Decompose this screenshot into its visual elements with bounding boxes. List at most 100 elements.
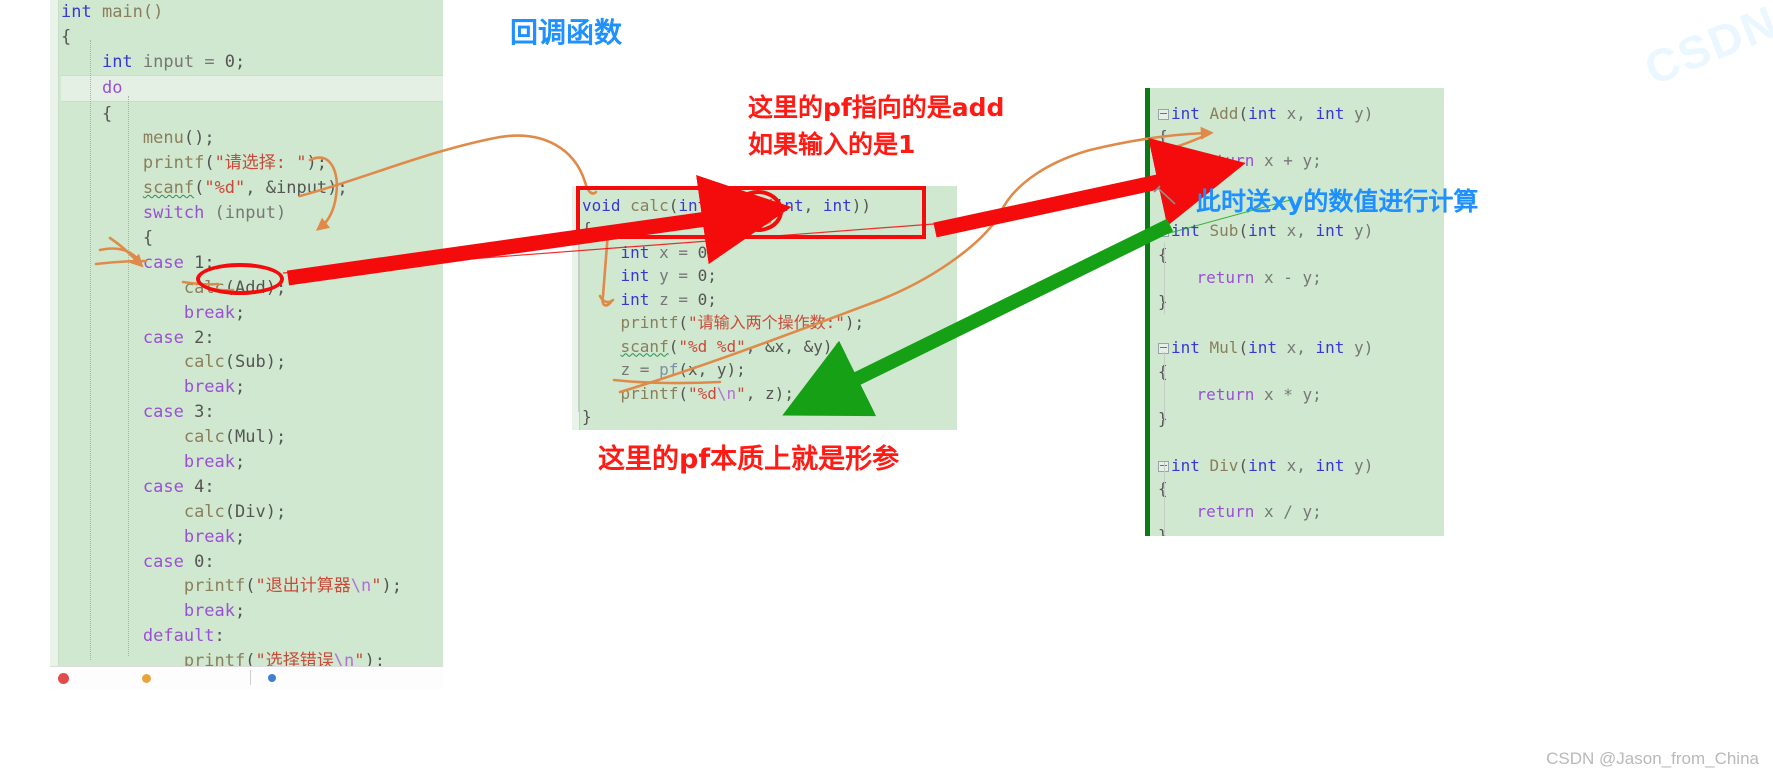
code-token: break — [183, 526, 236, 547]
code-token: printf — [142, 153, 205, 174]
brace-rail — [1164, 132, 1165, 204]
code-line: case 0: — [61, 550, 443, 575]
code-token: switch — [142, 203, 205, 224]
code-token: : — [204, 476, 215, 497]
csdn-watermark: CSDN — [1637, 0, 1773, 95]
code-line: } — [1158, 524, 1444, 536]
code-token: int — [1171, 104, 1200, 123]
code-token: { — [61, 26, 72, 47]
code-token: int — [61, 2, 92, 22]
code-line: int Add(int x, int y) — [1158, 102, 1444, 125]
code-token: printf — [620, 383, 679, 403]
code-token: Add — [1199, 104, 1239, 123]
code-token: x + y; — [1254, 150, 1322, 170]
code-token: ; — [707, 266, 717, 286]
code-token: 3 — [194, 402, 205, 423]
code-token: x, — [1276, 338, 1316, 358]
code-line: case 3: — [61, 400, 443, 425]
code-token: "%d %d" — [678, 336, 746, 356]
code-token: ; — [235, 377, 246, 398]
indent-guide — [90, 40, 91, 660]
code-line: printf("请输入两个操作数:"); — [582, 311, 957, 334]
code-token: case — [142, 551, 184, 572]
code-token: 0 — [194, 551, 205, 572]
brace-rail — [578, 220, 579, 412]
collapse-toggle-icon[interactable] — [1158, 109, 1169, 120]
collapse-toggle-icon[interactable] — [1158, 226, 1169, 238]
status-divider — [250, 670, 251, 685]
code-token: { — [61, 103, 113, 124]
code-token: calc — [183, 352, 225, 373]
code-line: printf("%d\n", z); — [582, 382, 957, 405]
code-line: int main() — [61, 0, 443, 25]
code-token: break — [183, 377, 236, 398]
code-line: { — [61, 102, 443, 127]
code-token: ; — [235, 452, 246, 473]
code-token: 0 — [224, 51, 236, 72]
code-token: break — [183, 601, 236, 622]
code-line: { — [1158, 125, 1444, 148]
code-token: "请输入两个操作数:" — [687, 313, 845, 333]
editor-status-bar — [50, 666, 443, 689]
code-token: Div — [1199, 455, 1239, 475]
code-token: ; — [235, 601, 246, 622]
code-token: { — [1158, 479, 1168, 498]
indent-guide — [128, 96, 129, 656]
code-line: } — [1158, 407, 1444, 430]
code-token: ; — [235, 51, 246, 72]
code-token: int — [1171, 455, 1200, 475]
annotation-pf-is-parameter: 这里的pf本质上就是形参 — [598, 444, 900, 475]
code-token: z = — [649, 289, 698, 309]
code-token: "%d" — [204, 178, 246, 199]
code-token: , z); — [745, 383, 794, 403]
code-line: return x - y; — [1158, 266, 1444, 289]
code-token: int — [1248, 455, 1277, 475]
code-token: printf — [183, 576, 246, 597]
code-line: return x / y; — [1158, 500, 1444, 523]
operations-code-panel: int Add(int x, int y){ return x + y;} in… — [1145, 88, 1444, 536]
code-token: y) — [1344, 221, 1374, 241]
code-token: pf — [659, 360, 679, 380]
code-line: int x = 0; — [582, 241, 957, 264]
code-token: return — [1196, 502, 1255, 522]
code-token: (Mul); — [224, 427, 287, 448]
code-token: break — [183, 452, 236, 473]
code-token: x * y; — [1254, 385, 1322, 405]
operations-code-lines: int Add(int x, int y){ return x + y;} in… — [1150, 102, 1444, 536]
error-dot-icon — [58, 673, 69, 684]
red-circle-calc-add — [196, 263, 284, 295]
code-line: calc(Sub); — [61, 350, 443, 375]
code-line: printf("请选择: "); — [61, 151, 443, 176]
code-token: { — [61, 228, 154, 249]
code-line: do — [61, 74, 443, 102]
code-token: : — [204, 402, 215, 423]
code-token: return — [1196, 385, 1255, 405]
warning-dot-icon — [142, 674, 151, 683]
code-line: } — [1158, 290, 1444, 313]
code-token: return — [1196, 150, 1255, 170]
code-token: Mul — [1199, 338, 1239, 358]
code-token: y) — [1344, 338, 1374, 358]
code-token: int — [1248, 221, 1277, 241]
code-token: } — [1158, 525, 1168, 536]
code-token: scanf — [620, 336, 669, 356]
code-token: (Sub); — [224, 352, 287, 373]
brace-rail — [1164, 352, 1165, 424]
code-token: ( — [1238, 338, 1249, 358]
code-token: " — [371, 576, 382, 597]
